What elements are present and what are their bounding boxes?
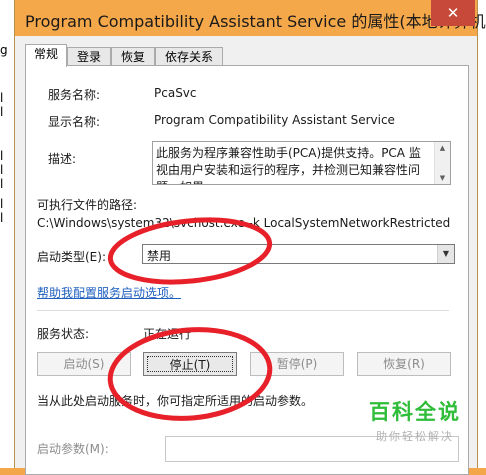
background-text: l <box>0 177 4 191</box>
display-name-value: Program Compatibility Assistant Service <box>154 113 395 127</box>
divider <box>37 310 449 311</box>
right-edge <box>478 0 486 468</box>
close-icon: ✕ <box>446 4 460 22</box>
scroll-down-icon[interactable]: ▼ <box>435 172 450 184</box>
tab-dependencies[interactable]: 依存关系 <box>155 47 223 66</box>
chevron-down-icon[interactable]: ▼ <box>437 245 454 263</box>
description-text: 此服务为程序兼容性助手(PCA)提供支持。PCA 监视由用户安装和运行的程序，并… <box>156 146 421 184</box>
exe-path-value: C:\Windows\system32\svchost.exe -k Local… <box>37 216 451 230</box>
tab-label: 恢复 <box>120 50 145 64</box>
background-text: l <box>0 91 4 105</box>
tab-logon[interactable]: 登录 <box>67 47 111 66</box>
exe-path-label: 可执行文件的路径: <box>37 198 138 212</box>
button-label: 启动(S) <box>63 357 105 371</box>
service-status-label: 服务状态: <box>37 327 90 341</box>
start-params-label: 启动参数(M): <box>37 442 109 456</box>
service-name-value: PcaSvc <box>154 86 197 100</box>
description-label: 描述: <box>48 152 77 166</box>
watermark-logo-text: 百科全说 <box>369 400 461 424</box>
tab-label: 常规 <box>33 47 58 61</box>
tab-recovery[interactable]: 恢复 <box>111 47 155 66</box>
watermark: 百科全说 助你轻松解决 <box>355 396 475 444</box>
description-box[interactable]: 此服务为程序兼容性助手(PCA)提供支持。PCA 监视由用户安装和运行的程序，并… <box>152 141 451 185</box>
resume-button[interactable]: 恢复(R) <box>357 352 451 376</box>
background-window-edge: g l l l l l l l <box>0 0 15 468</box>
service-status-value: 正在运行 <box>143 327 192 341</box>
service-name-label: 服务名称: <box>48 88 101 102</box>
pause-button[interactable]: 暂停(P) <box>250 352 344 376</box>
stop-button[interactable]: 停止(T) <box>143 352 237 376</box>
tab-label: 依存关系 <box>164 50 213 64</box>
start-button[interactable]: 启动(S) <box>37 352 131 376</box>
tab-label: 登录 <box>76 50 101 64</box>
start-params-hint: 当从此处启动服务时，你可指定所适用的启动参数。 <box>37 394 314 408</box>
scroll-up-icon[interactable]: ▲ <box>435 142 450 154</box>
background-text: g <box>0 43 8 57</box>
background-text: l <box>0 211 4 225</box>
background-text: l <box>0 105 4 119</box>
button-label: 暂停(P) <box>276 357 318 371</box>
title-bar[interactable]: Program Compatibility Assistant Service … <box>15 0 486 36</box>
help-link[interactable]: 帮助我配置服务启动选项。 <box>37 284 181 301</box>
startup-type-value: 禁用 <box>147 249 172 263</box>
window-title: Program Compatibility Assistant Service … <box>25 12 486 31</box>
watermark-slogan: 助你轻松解决 <box>376 430 454 443</box>
button-label: 停止(T) <box>147 356 233 372</box>
background-text: l <box>0 163 4 177</box>
close-button[interactable]: ✕ <box>431 0 475 26</box>
startup-type-select[interactable]: 禁用 ▼ <box>142 244 455 264</box>
properties-dialog: Program Compatibility Assistant Service … <box>14 0 486 475</box>
description-scrollbar[interactable]: ▲ ▼ <box>434 142 450 184</box>
tab-general[interactable]: 常规 <box>25 44 67 67</box>
display-name-label: 显示名称: <box>48 115 101 129</box>
background-text: l <box>0 149 4 163</box>
button-label: 恢复(R) <box>383 357 425 371</box>
startup-type-label: 启动类型(E): <box>37 250 106 264</box>
background-text: l <box>0 197 4 211</box>
